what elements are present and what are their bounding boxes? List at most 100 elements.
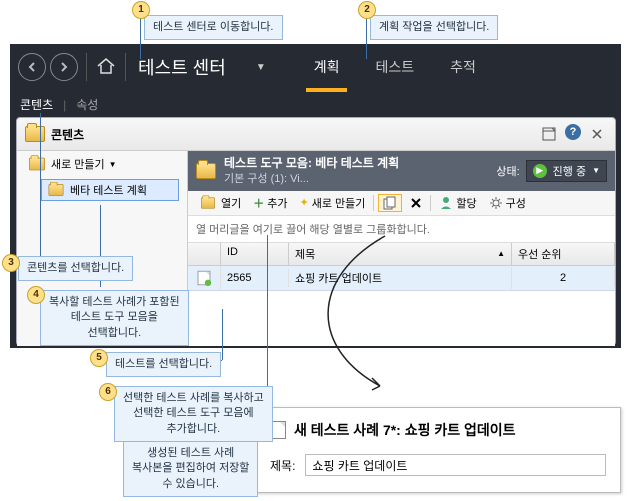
priority-column-header[interactable]: 우선 순위 — [512, 243, 615, 265]
assign-button[interactable]: 할당 — [435, 194, 480, 212]
callout-box-6b: 생성된 테스트 사례 복사본을 편집하여 저장할 수 있습니다. — [123, 441, 258, 497]
state-label: 상태: — [496, 163, 519, 179]
callout-box-5: 테스트를 선택합니다. — [106, 352, 221, 377]
toolbar-separator — [430, 195, 431, 211]
new-button[interactable]: ✦ 새로 만들기 — [296, 194, 370, 212]
arrow-right-icon — [58, 61, 70, 73]
chevron-down-icon: ▼ — [109, 160, 117, 169]
sort-asc-icon: ▲ — [497, 249, 505, 258]
detail-subtitle: 기본 구성 (1): Vi... — [224, 172, 496, 186]
nav-separator — [125, 53, 126, 81]
folder-icon — [29, 158, 45, 171]
callout-number-6: 6 — [99, 383, 117, 401]
folder-icon — [49, 184, 64, 196]
tree-toolbar: 새로 만들기 ▼ — [17, 151, 187, 177]
test-case-icon — [198, 271, 211, 285]
close-icon — [591, 128, 603, 140]
title-field-label: 제목: — [270, 457, 295, 474]
callout-line-1 — [140, 19, 141, 59]
nav-bar: 테스트 센터 ▼ 계획 테스트 추적 — [10, 44, 621, 90]
id-column-header[interactable]: ID — [221, 243, 289, 265]
close-panel-button[interactable] — [587, 124, 607, 144]
subtab-properties[interactable]: 속성 — [66, 92, 108, 117]
panel-header: 콘텐츠 ? — [17, 118, 615, 151]
tab-track[interactable]: 추적 — [432, 44, 494, 90]
sparkle-icon: ✦ — [300, 196, 309, 209]
new-label: 새로 만들기 — [312, 195, 366, 211]
row-id: 2565 — [221, 269, 289, 287]
test-grid: ID 제목 ▲ 우선 순위 2565 쇼핑 카트 업데이트 2 — [188, 243, 615, 346]
open-label: 열기 — [221, 195, 241, 211]
title-input[interactable] — [305, 454, 606, 476]
configure-label: 구성 — [506, 195, 526, 211]
callout-number-3: 3 — [2, 254, 20, 272]
nav-tabs: 계획 테스트 추적 — [296, 44, 494, 90]
panel-title: 콘텐츠 — [51, 126, 539, 143]
tree-item-label: 베타 테스트 계획 — [70, 182, 147, 198]
drag-column-header[interactable] — [188, 243, 221, 265]
grid-row[interactable]: 2565 쇼핑 카트 업데이트 2 — [188, 266, 615, 291]
nav-dropdown[interactable]: ▼ — [256, 62, 266, 73]
new-test-case-title: 새 테스트 사례 7*: 쇼핑 카트 업데이트 — [294, 420, 516, 440]
callout-box-3: 콘텐츠를 선택합니다. — [18, 256, 133, 281]
callout-line-6 — [267, 235, 268, 395]
title-column-label: 제목 — [295, 246, 315, 262]
new-test-case-card: 새 테스트 사례 7*: 쇼핑 카트 업데이트 제목: — [255, 407, 621, 493]
callout-number-2: 2 — [358, 1, 376, 19]
forward-button[interactable] — [50, 53, 78, 81]
callout-box-2: 계획 작업을 선택합니다. — [370, 15, 498, 40]
row-priority: 2 — [512, 269, 615, 287]
tab-test[interactable]: 테스트 — [357, 44, 432, 90]
back-button[interactable] — [18, 53, 46, 81]
toolbar-separator — [373, 195, 374, 211]
person-icon — [439, 196, 453, 210]
window-icon — [542, 127, 556, 141]
folder-icon — [196, 163, 216, 179]
row-title: 쇼핑 카트 업데이트 — [289, 267, 512, 289]
callout-number-5: 5 — [90, 349, 108, 367]
delete-icon — [410, 197, 422, 209]
copy-button[interactable] — [378, 194, 402, 212]
callout-line-2 — [366, 19, 367, 59]
subtabs: 콘텐츠 | 속성 — [10, 92, 108, 117]
subtab-contents[interactable]: 콘텐츠 — [10, 92, 63, 117]
grid-header: ID 제목 ▲ 우선 순위 — [188, 243, 615, 266]
delete-button[interactable] — [406, 196, 426, 210]
tree-new-button[interactable]: 새로 만들기 ▼ — [23, 154, 121, 174]
tab-plan[interactable]: 계획 — [296, 44, 358, 90]
home-icon — [95, 55, 117, 77]
callout-number-1: 1 — [132, 1, 150, 19]
callout-box-1: 테스트 센터로 이동합니다. — [144, 15, 283, 40]
assign-label: 할당 — [456, 195, 476, 211]
callout-box-6: 선택한 테스트 사례를 복사하고 선택한 테스트 도구 모음에 추가합니다. — [114, 386, 273, 442]
detail-pane: 테스트 도구 모음: 베타 테스트 계획 기본 구성 (1): Vi... 상태… — [188, 151, 615, 346]
arrow-left-icon — [26, 61, 38, 73]
gear-icon — [489, 196, 503, 210]
detail-toolbar: 열기 ＋ 추가 ✦ 새로 만들기 — [188, 191, 615, 216]
callout-box-4: 복사할 테스트 사례가 포함된 테스트 도구 모음을 선택합니다. — [40, 290, 189, 346]
configure-button[interactable]: 구성 — [485, 194, 530, 212]
state-value: 진행 중 — [553, 163, 586, 179]
help-button[interactable]: ? — [565, 124, 581, 140]
callout-line-3 — [40, 113, 41, 256]
home-button[interactable] — [95, 55, 117, 80]
callout-number-4: 4 — [27, 286, 45, 304]
nav-title: 테스트 센터 — [138, 54, 226, 80]
folder-icon — [25, 126, 45, 142]
plus-icon: ＋ — [253, 195, 264, 211]
tree-new-label: 새로 만들기 — [51, 156, 105, 172]
open-icon — [201, 197, 215, 208]
copy-icon — [383, 196, 397, 210]
panel-action-button[interactable] — [539, 124, 559, 144]
open-button[interactable]: 열기 — [194, 194, 245, 212]
detail-title: 테스트 도구 모음: 베타 테스트 계획 — [224, 156, 496, 172]
state-dropdown[interactable]: ▶ 진행 중 ▼ — [526, 160, 607, 182]
group-hint: 열 머리글을 여기로 끌어 해당 열별로 그룹화합니다. — [188, 216, 615, 243]
callout-line-5a — [222, 309, 223, 360]
tree-item-beta-plan[interactable]: 베타 테스트 계획 — [41, 179, 179, 201]
add-button[interactable]: ＋ 추가 — [249, 194, 291, 212]
detail-header: 테스트 도구 모음: 베타 테스트 계획 기본 구성 (1): Vi... 상태… — [188, 151, 615, 191]
chevron-down-icon: ▼ — [592, 166, 600, 175]
play-icon: ▶ — [533, 164, 547, 178]
title-column-header[interactable]: 제목 ▲ — [289, 243, 512, 265]
